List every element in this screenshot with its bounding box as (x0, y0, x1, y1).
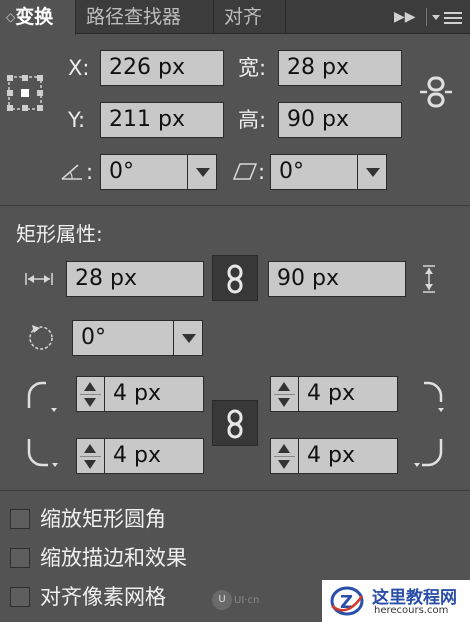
section-divider (0, 205, 470, 206)
shear-colon: : (258, 160, 266, 184)
height-label: 高: (238, 108, 267, 132)
rotate-colon: : (86, 160, 94, 184)
scale-strokes-effects-checkbox[interactable] (10, 548, 30, 568)
rect-width-icon (24, 270, 54, 288)
corner-type-bottom-right-icon[interactable] (412, 436, 446, 470)
section-divider (0, 490, 470, 491)
align-pixel-grid-checkbox[interactable] (10, 587, 30, 607)
rect-rotate-dropdown[interactable] (173, 320, 203, 356)
corner-link-button[interactable] (212, 400, 258, 446)
corner-top-right-input[interactable]: 4 px (298, 376, 398, 412)
align-pixel-grid-label: 对齐像素网格 (40, 585, 166, 609)
rect-height-icon (420, 264, 438, 294)
scale-corners-checkbox[interactable] (10, 509, 30, 529)
shear-angle-icon (232, 160, 258, 182)
tab-collapse-icon: ◇ (6, 10, 16, 24)
tab-transform[interactable]: ◇变换 (0, 0, 76, 35)
panel-tab-bar: ◇变换 路径查找器 对齐 ▶▶ (0, 0, 470, 35)
corner-top-left-stepper[interactable] (76, 376, 104, 412)
width-input[interactable]: 28 px (278, 50, 402, 86)
divider (426, 8, 427, 26)
rect-rotate-input[interactable]: 0° (72, 320, 174, 356)
tab-align[interactable]: 对齐 (214, 0, 286, 34)
rect-size-link-button[interactable] (212, 255, 258, 301)
y-position-input[interactable]: 211 px (100, 102, 224, 138)
corner-bottom-left-stepper[interactable] (76, 438, 104, 474)
height-input[interactable]: 90 px (278, 102, 402, 138)
corner-type-bottom-left-icon[interactable] (26, 436, 60, 470)
x-position-input[interactable]: 226 px (100, 50, 224, 86)
corner-bottom-right-input[interactable]: 4 px (298, 438, 398, 474)
y-label: Y: (68, 108, 86, 132)
site-logo-icon: Z (330, 584, 364, 618)
corner-link-icon (226, 409, 246, 439)
rect-width-input[interactable]: 28 px (66, 261, 204, 297)
site-watermark: Z 这里教程网 herecours.com (322, 580, 470, 622)
corner-bottom-left-input[interactable]: 4 px (104, 438, 204, 474)
rotate-angle-input[interactable]: 0° (100, 154, 188, 190)
corner-type-top-right-icon[interactable] (412, 380, 446, 414)
width-label: 宽: (238, 56, 267, 80)
x-label: X: (68, 56, 90, 80)
shear-angle-input[interactable]: 0° (270, 154, 358, 190)
rect-rotate-icon (26, 322, 56, 352)
uicn-logo-mark: U (212, 589, 232, 610)
scale-corners-label: 缩放矩形圆角 (40, 507, 166, 531)
uicn-logo: U UI·cn (212, 588, 260, 610)
rect-height-input[interactable]: 90 px (268, 261, 406, 297)
link-icon (226, 264, 246, 294)
corner-top-right-stepper[interactable] (270, 376, 298, 412)
shear-angle-dropdown[interactable] (357, 154, 387, 190)
rectangle-properties-title: 矩形属性: (16, 222, 103, 246)
reference-point-icon[interactable] (6, 74, 44, 112)
site-url: herecours.com (374, 605, 449, 616)
rotate-angle-icon (60, 160, 84, 182)
scale-strokes-effects-label: 缩放描边和效果 (40, 546, 187, 570)
rotate-angle-dropdown[interactable] (187, 154, 217, 190)
panel-menu-icon[interactable] (432, 9, 464, 27)
corner-bottom-right-stepper[interactable] (270, 438, 298, 474)
corner-type-top-left-icon[interactable] (26, 380, 60, 414)
tab-pathfinder[interactable]: 路径查找器 (76, 0, 214, 34)
corner-top-left-input[interactable]: 4 px (104, 376, 204, 412)
expand-panels-icon[interactable]: ▶▶ (394, 0, 416, 34)
constrain-proportions-icon[interactable] (418, 76, 454, 108)
